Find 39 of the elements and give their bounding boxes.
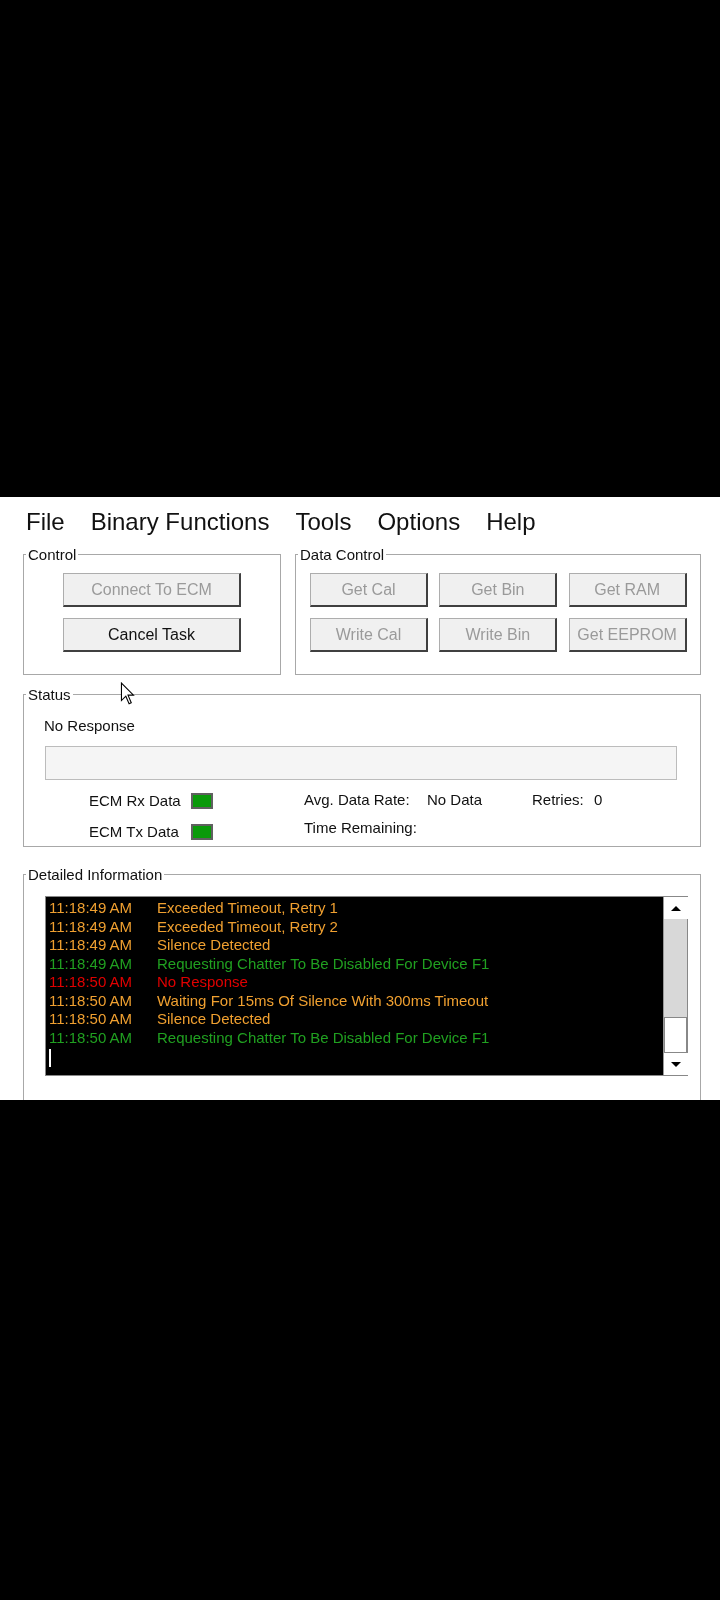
indicator-label: ECM Rx Data [89,791,181,811]
log-message: Silence Detected [157,936,271,955]
retries-label: Retries: [532,790,585,810]
rate-value: No Data [427,790,484,810]
action-button[interactable]: Cancel Task [63,618,241,652]
scroll-up-icon[interactable] [664,897,688,919]
log-time: 11:18:49 AM [49,899,134,918]
group-title: Detailed Information [27,867,164,882]
log-message: Requesting Chatter To Be Disabled For Device F1 [157,1028,490,1047]
group-title: Data Control [299,547,386,562]
menu-item[interactable]: Help [484,504,538,540]
log-message: Requesting Chatter To Be Disabled For Device F1 [157,954,490,973]
indicator-label: ECM Tx Data [89,821,180,842]
log-time: 11:18:49 AM [49,954,134,973]
log-time: 11:18:50 AM [49,1028,134,1047]
group-title: Control [27,547,78,562]
menu-item[interactable]: Tools [293,504,354,540]
scroll-thumb[interactable] [664,1017,687,1053]
log-message: No Response [157,973,248,992]
log-message: Waiting For 15ms Of Silence With 300ms Timeout [157,991,489,1010]
mouse-pointer-icon [120,682,136,706]
status-message: No Response [44,717,135,734]
menu-item[interactable]: Options [375,504,463,540]
retries-value: 0 [594,790,603,810]
scroll-down-icon[interactable] [664,1053,688,1075]
log-time: 11:18:50 AM [49,973,134,992]
log-message: Silence Detected [157,1010,271,1029]
rate-label: Avg. Data Rate: [304,790,411,810]
text-cursor [49,1049,51,1067]
group-title: Status [27,687,72,702]
log-time: 11:18:50 AM [49,991,134,1010]
log-time: 11:18:49 AM [49,936,134,955]
time-remaining-label: Time Remaining: [304,818,418,838]
log-message: Exceeded Timeout, Retry 2 [157,917,338,936]
menu-item[interactable]: File [24,504,67,540]
menu-item[interactable]: Binary Functions [88,504,272,540]
log-message: Exceeded Timeout, Retry 1 [157,899,338,918]
log-time: 11:18:50 AM [49,1010,134,1029]
log-time: 11:18:49 AM [49,917,134,936]
